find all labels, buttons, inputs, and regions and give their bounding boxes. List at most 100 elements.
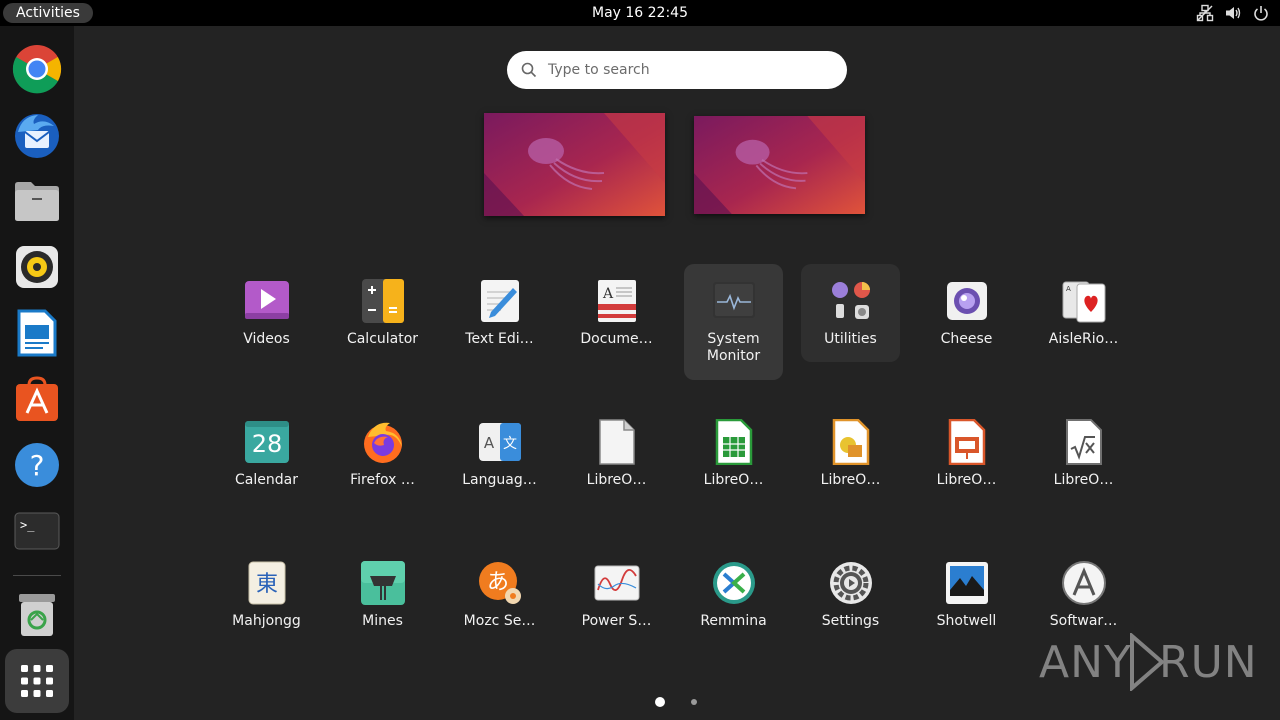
app-libreoffice-calc[interactable]: LibreO… — [684, 405, 783, 521]
calculator-icon — [362, 279, 404, 323]
svg-text:?: ? — [30, 449, 45, 482]
dock-item-terminal[interactable]: >_ — [8, 502, 66, 560]
app-label: Power S… — [581, 613, 652, 629]
dock-item-rhythmbox[interactable] — [8, 238, 66, 296]
files-icon — [15, 182, 59, 221]
app-label: Shotwell — [936, 613, 997, 629]
search-entry[interactable]: Type to search — [507, 51, 847, 89]
app-document-viewer[interactable]: A Docume… — [567, 264, 666, 380]
app-mahjongg[interactable]: 東 Mahjongg — [217, 546, 316, 662]
app-label: AisleRio… — [1048, 331, 1119, 347]
app-label: Text Edi… — [465, 331, 534, 347]
app-settings[interactable]: Settings — [801, 546, 900, 662]
dock-item-help[interactable]: ? — [8, 436, 66, 494]
terminal-icon: >_ — [14, 512, 60, 550]
app-label: Videos — [243, 331, 290, 347]
page-dot-2[interactable] — [691, 699, 697, 705]
search-placeholder: Type to search — [548, 62, 650, 78]
clock[interactable]: May 16 22:45 — [0, 0, 1280, 26]
app-power-statistics[interactable]: Power S… — [567, 546, 666, 662]
app-label: Languag… — [462, 472, 537, 488]
app-mozc-setup[interactable]: あ Mozc Se… — [450, 546, 549, 662]
app-remmina[interactable]: Remmina — [684, 546, 783, 662]
app-language-support[interactable]: A 文 Languag… — [450, 405, 549, 521]
app-label: LibreO… — [1053, 472, 1114, 488]
search-icon — [521, 62, 537, 78]
watermark-text-right: RUN — [1159, 637, 1258, 688]
workspace-thumbnail-1[interactable] — [484, 113, 665, 216]
app-label: Calculator — [346, 331, 419, 347]
app-videos[interactable]: Videos — [217, 264, 316, 380]
app-libreoffice-draw[interactable]: LibreO… — [801, 405, 900, 521]
app-calculator[interactable]: Calculator — [333, 264, 432, 380]
app-system-monitor[interactable]: System Monitor — [684, 264, 783, 380]
rhythmbox-icon — [16, 246, 58, 288]
app-calendar[interactable]: 28 Calendar — [217, 405, 316, 521]
watermark-text-left: ANY — [1039, 637, 1132, 688]
app-folder-utilities[interactable]: Utilities — [801, 264, 900, 362]
libreoffice-icon — [599, 419, 635, 465]
app-aisleriot[interactable]: A AisleRio… — [1034, 264, 1133, 380]
software-updater-icon — [1062, 561, 1106, 605]
dock-item-trash[interactable] — [8, 586, 66, 644]
videos-icon — [245, 281, 289, 319]
app-label: Cheese — [940, 331, 993, 347]
overview: Type to search Videos Calculator Text Ed… — [74, 26, 1280, 720]
app-label: LibreO… — [936, 472, 997, 488]
system-tray[interactable] — [1196, 4, 1270, 22]
document-viewer-icon: A — [598, 280, 636, 322]
top-bar: Activities May 16 22:45 — [0, 0, 1280, 26]
power-statistics-icon — [594, 565, 640, 601]
dock-item-chrome[interactable] — [8, 40, 66, 98]
app-firefox[interactable]: Firefox … — [333, 405, 432, 521]
system-monitor-icon — [713, 282, 755, 318]
language-icon: A 文 — [479, 423, 521, 461]
calendar-icon: 28 — [245, 421, 289, 463]
power-icon[interactable] — [1252, 4, 1270, 22]
svg-text:28: 28 — [252, 430, 283, 458]
app-label: Mozc Se… — [463, 613, 536, 629]
trash-icon — [19, 594, 55, 636]
svg-text:A: A — [1066, 285, 1071, 293]
app-label: Mines — [362, 613, 403, 629]
svg-text:A: A — [484, 434, 495, 452]
dock-item-files[interactable] — [8, 172, 66, 230]
help-icon: ? — [15, 443, 59, 487]
app-label: Utilities — [824, 331, 877, 347]
text-editor-icon — [481, 280, 519, 322]
app-libreoffice[interactable]: LibreO… — [567, 405, 666, 521]
app-label: Firefox … — [350, 472, 415, 488]
network-icon[interactable] — [1196, 4, 1214, 22]
writer-icon — [17, 309, 57, 357]
app-cheese[interactable]: Cheese — [917, 264, 1016, 380]
show-apps-button[interactable] — [5, 649, 69, 713]
wallpaper-jellyfish-image — [484, 113, 665, 216]
dock-separator — [13, 575, 61, 576]
app-label: Settings — [821, 613, 880, 629]
remmina-icon — [713, 562, 755, 604]
app-text-editor[interactable]: Text Edi… — [450, 264, 549, 380]
show-apps-icon — [21, 665, 53, 697]
page-dot-1[interactable] — [655, 697, 665, 707]
settings-icon — [830, 562, 872, 604]
svg-text:東: 東 — [256, 572, 278, 597]
shotwell-icon — [946, 562, 988, 604]
dock-item-thunderbird[interactable] — [8, 106, 66, 164]
app-libreoffice-impress[interactable]: LibreO… — [917, 405, 1016, 521]
app-libreoffice-math[interactable]: LibreO… — [1034, 405, 1133, 521]
workspace-thumbnail-2[interactable] — [694, 116, 865, 214]
svg-text:>_: >_ — [20, 518, 35, 532]
libreoffice-draw-icon — [832, 419, 870, 465]
libreoffice-calc-icon — [715, 419, 753, 465]
volume-icon[interactable] — [1224, 4, 1242, 22]
app-label: System Monitor — [706, 331, 761, 364]
firefox-icon — [364, 422, 402, 463]
utilities-folder-icon — [832, 282, 870, 319]
app-shotwell[interactable]: Shotwell — [917, 546, 1016, 662]
app-label: Docume… — [580, 331, 653, 347]
chrome-icon — [12, 45, 62, 94]
dock-item-writer[interactable] — [8, 304, 66, 362]
dock-item-software[interactable] — [8, 370, 66, 428]
app-mines[interactable]: Mines — [333, 546, 432, 662]
cheese-icon — [947, 282, 987, 320]
